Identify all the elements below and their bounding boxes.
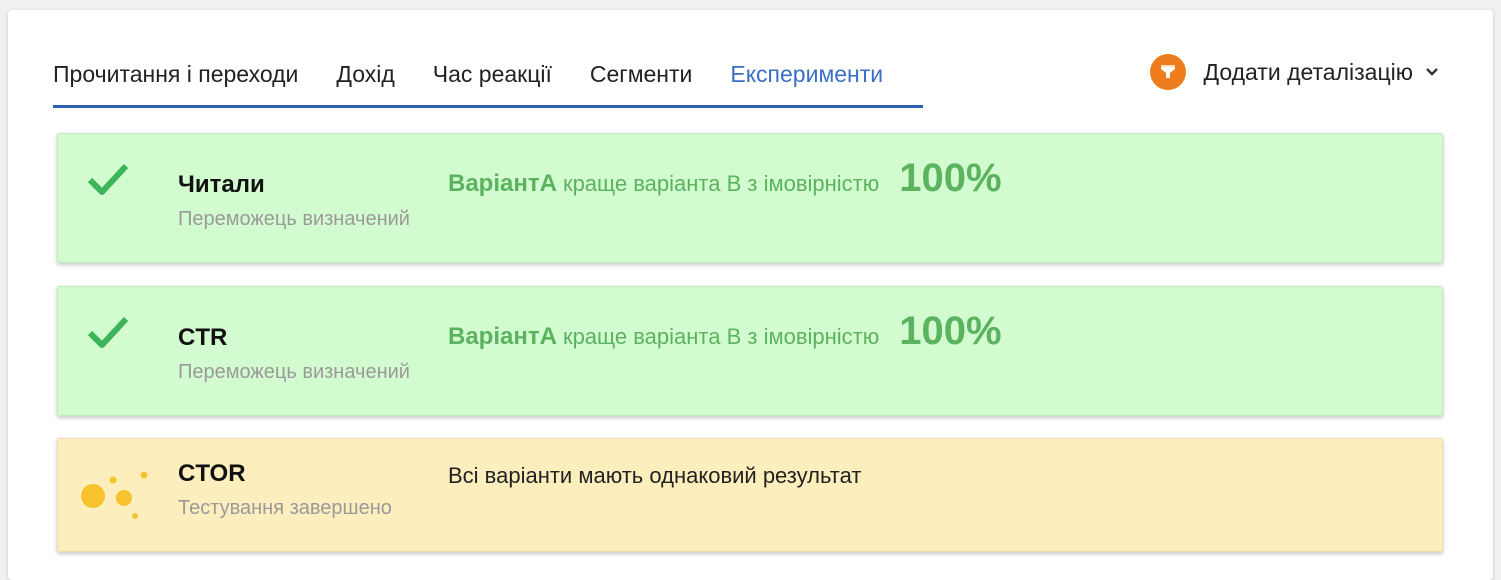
check-icon — [86, 315, 130, 356]
metric-name: Читали — [178, 171, 265, 198]
experiments-panel: Прочитання і переходи Дохід Час реакції … — [8, 10, 1493, 580]
bubbles-icon — [78, 467, 158, 532]
metric-status: Переможець визначений — [178, 361, 410, 383]
metric-name: CTR — [178, 324, 228, 351]
funnel-icon — [1150, 54, 1187, 90]
winner-variant: ВаріантА — [448, 170, 557, 197]
probability-value: 100% — [899, 309, 1002, 353]
add-detail-dropdown[interactable]: Додати деталізацію — [1150, 54, 1439, 90]
winner-variant: ВаріантА — [448, 323, 557, 350]
chevron-down-icon — [1425, 67, 1439, 77]
tab-experiments[interactable]: Експерименти — [730, 61, 883, 90]
result-text: краще варіанта В з імовірністю — [562, 324, 880, 349]
result-text: Всі варіанти мають однаковий результат — [448, 463, 862, 488]
tab-segments[interactable]: Сегменти — [590, 61, 692, 90]
check-icon — [86, 162, 130, 203]
experiment-card-ctr: CTR Переможець визначений ВаріантА краще… — [57, 286, 1443, 416]
metric-status: Переможець визначений — [178, 208, 410, 230]
experiment-card-ctor: CTOR Тестування завершено Всі варіанти м… — [57, 438, 1443, 552]
probability-value: 100% — [899, 156, 1002, 200]
metric-status: Тестування завершено — [178, 497, 392, 519]
metric-name: CTOR — [178, 460, 246, 487]
add-detail-label: Додати деталізацію — [1203, 58, 1413, 85]
report-tabs: Прочитання і переходи Дохід Час реакції … — [53, 46, 923, 108]
result-line: ВаріантА краще варіанта В з імовірністю … — [448, 309, 1002, 354]
tab-reaction-time[interactable]: Час реакції — [433, 61, 552, 90]
tab-reads-clicks[interactable]: Прочитання і переходи — [53, 61, 298, 90]
tab-revenue[interactable]: Дохід — [336, 61, 394, 90]
result-line: ВаріантА краще варіанта В з імовірністю … — [448, 156, 1002, 201]
result-text: краще варіанта В з імовірністю — [562, 171, 880, 196]
experiment-card-reads: Читали Переможець визначений ВаріантА кр… — [57, 133, 1443, 263]
